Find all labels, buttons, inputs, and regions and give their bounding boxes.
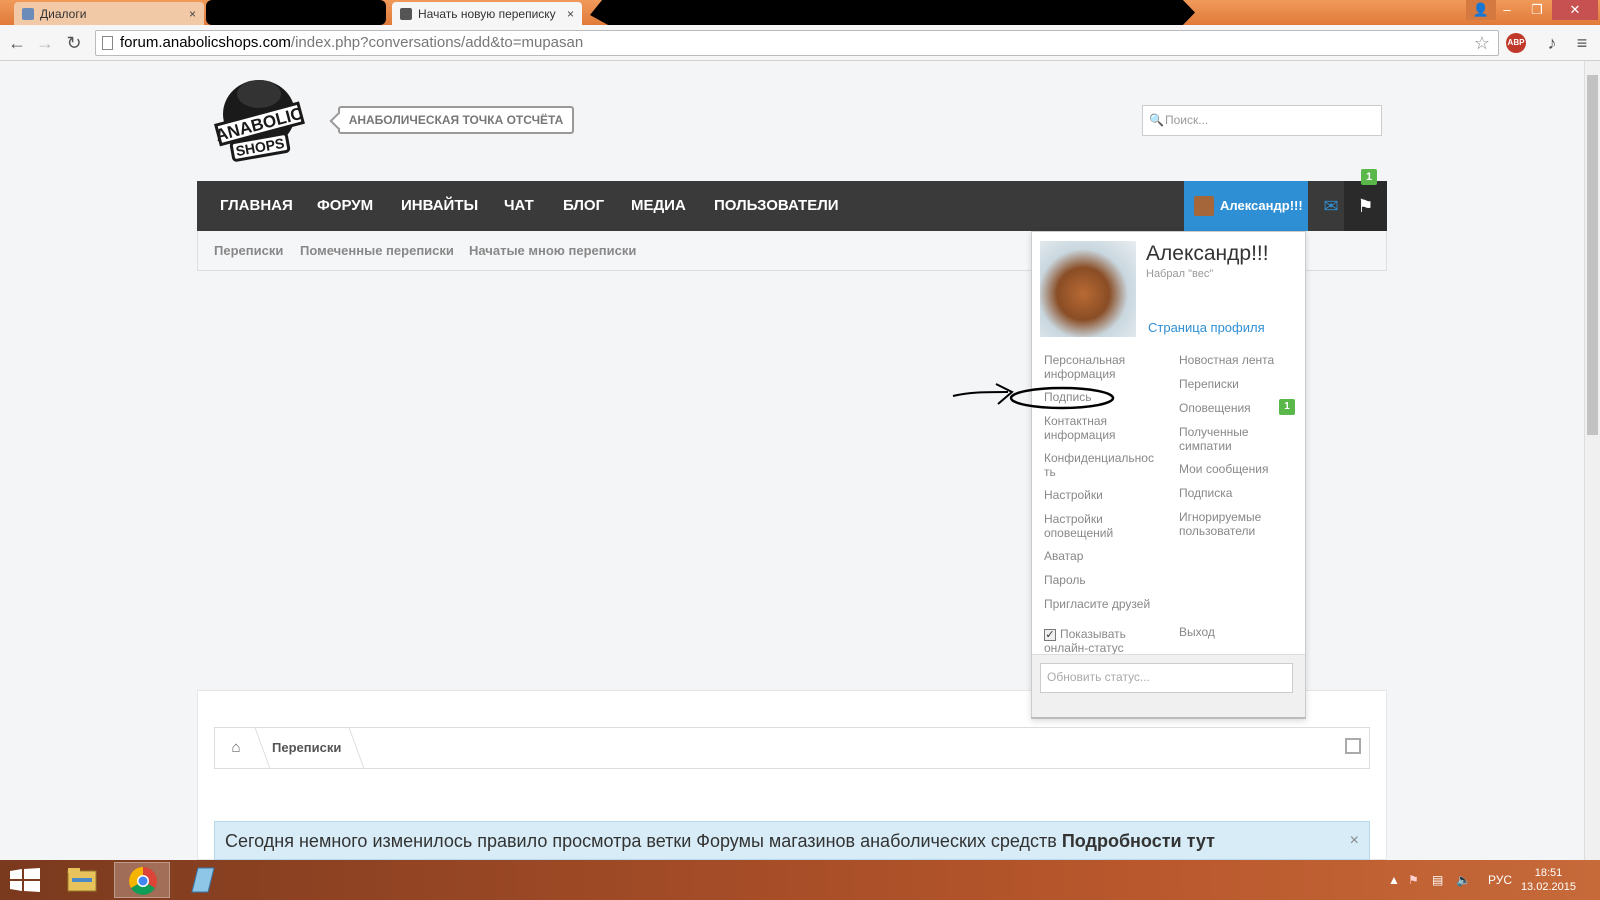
tab-favicon-icon (22, 7, 34, 20)
tab-close-icon[interactable]: × (189, 7, 196, 21)
search-placeholder: Поиск... (1165, 113, 1209, 127)
status-input[interactable]: Обновить статус... (1040, 663, 1293, 693)
address-bar[interactable]: forum.anabolicshops.com/index.php?conver… (95, 30, 1499, 56)
notice-bar: Сегодня немного изменилось правило просм… (214, 821, 1370, 860)
link-settings[interactable]: Настройки (1044, 488, 1103, 502)
link-my-posts[interactable]: Мои сообщения (1179, 462, 1268, 476)
clock-date: 13.02.2015 (1520, 881, 1576, 893)
restore-button[interactable]: ❐ (1522, 0, 1552, 20)
reload-icon[interactable]: ↻ (62, 31, 86, 55)
extension-icon[interactable]: ♪ (1540, 31, 1564, 55)
link-contact-info[interactable]: Контактная информация (1044, 414, 1144, 442)
envelope-icon[interactable]: ✉ (1314, 181, 1348, 231)
breadcrumb-item[interactable]: Переписки (272, 728, 341, 768)
breadcrumb-separator (337, 728, 365, 768)
nav-chat[interactable]: ЧАТ (504, 181, 534, 231)
user-dropdown: Александр!!! Набрал "вес" Страница профи… (1031, 231, 1306, 719)
user-menu-tab[interactable]: Александр!!! (1184, 181, 1308, 231)
tray-network-icon[interactable]: ▤ (1432, 860, 1443, 900)
status-placeholder: Обновить статус... (1047, 670, 1150, 684)
link-alerts[interactable]: Оповещения (1179, 401, 1251, 415)
browser-tab-bar: Диалоги × Начать новую переписку × 👤 – ❐… (0, 0, 1600, 25)
link-likes-received[interactable]: Полученные симпатии (1179, 425, 1269, 453)
tab-new-conversation[interactable]: Начать новую переписку × (392, 2, 582, 25)
tab-favicon-icon (400, 7, 412, 20)
dropdown-username[interactable]: Александр!!! (1146, 242, 1269, 266)
user-title: Набрал "вес" (1146, 268, 1214, 280)
copy-icon[interactable] (1345, 738, 1361, 754)
tray-flag-icon[interactable]: ⚑ (1408, 860, 1419, 900)
notepad-icon[interactable] (174, 862, 230, 898)
page-scrollbar[interactable] (1584, 61, 1600, 860)
back-icon[interactable]: ← (5, 31, 29, 55)
user-tab-label: Александр!!! (1220, 198, 1303, 213)
minimize-button[interactable]: – (1492, 0, 1522, 20)
tab-close-icon[interactable]: × (567, 7, 574, 21)
site-tagline: АНАБОЛИЧЕСКАЯ ТОЧКА ОТСЧЁТА (338, 106, 574, 134)
online-status-label: Показывать онлайн-статус (1044, 627, 1126, 655)
nav-home[interactable]: ГЛАВНАЯ (220, 181, 293, 231)
tab-label: Начать новую переписку (418, 6, 556, 21)
tray-chevron-icon[interactable]: ▲ (1388, 860, 1400, 900)
avatar[interactable] (1040, 241, 1136, 337)
nav-forum[interactable]: ФОРУМ (317, 181, 373, 231)
avatar (1194, 196, 1214, 216)
nav-media[interactable]: МЕДИА (631, 181, 686, 231)
menu-icon[interactable]: ≡ (1570, 31, 1594, 55)
link-conversations[interactable]: Переписки (1179, 377, 1239, 391)
forward-icon[interactable]: → (33, 31, 57, 55)
link-subscription[interactable]: Подписка (1179, 486, 1232, 500)
profile-link[interactable]: Страница профиля (1148, 320, 1265, 335)
notice-close-icon[interactable]: × (1350, 822, 1359, 860)
close-button[interactable]: ✕ (1552, 0, 1598, 20)
link-ignored-users[interactable]: Игнорируемые пользователи (1179, 510, 1299, 538)
nav-blog[interactable]: БЛОГ (563, 181, 604, 231)
link-alert-settings[interactable]: Настройки оповещений (1044, 512, 1144, 540)
dropdown-footer: Обновить статус... (1032, 654, 1305, 717)
tray-clock[interactable]: 18:51 13.02.2015 (1521, 866, 1576, 894)
file-explorer-icon[interactable] (54, 862, 110, 898)
adblock-icon[interactable]: ABP (1506, 33, 1526, 53)
url-host: forum.anabolicshops.com (120, 34, 291, 51)
breadcrumb: ⌂ Переписки (214, 727, 1370, 769)
notice-text: Сегодня немного изменилось правило просм… (225, 831, 1057, 851)
site-logo[interactable]: ANABOLIC SHOPS (212, 72, 307, 162)
taskbar: ▲ ⚑ ▤ 🔈 РУС 18:51 13.02.2015 (0, 860, 1600, 900)
link-privacy[interactable]: Конфиденциальность (1044, 451, 1158, 479)
search-input[interactable]: 🔍 Поиск... (1142, 105, 1382, 136)
redacted-tab (206, 0, 386, 25)
search-icon: 🔍 (1149, 113, 1164, 127)
link-news-feed[interactable]: Новостная лента (1179, 353, 1274, 367)
link-invite-friends[interactable]: Пригласите друзей (1044, 597, 1150, 611)
subnav-starred[interactable]: Помеченные переписки (300, 243, 454, 258)
scrollbar-thumb[interactable] (1587, 75, 1598, 435)
subnav-conversations[interactable]: Переписки (214, 243, 283, 258)
windows-start-icon[interactable] (10, 868, 40, 892)
browser-toolbar: ← → ↻ forum.anabolicshops.com/index.php?… (0, 25, 1600, 61)
bookmark-star-icon[interactable]: ☆ (1474, 31, 1490, 55)
flag-icon[interactable]: ⚑ (1344, 181, 1387, 231)
redacted-tabs (590, 0, 1195, 25)
url-path: /index.php?conversations/add&to=mupasan (290, 34, 584, 51)
main-nav: ГЛАВНАЯ ФОРУМ ИНВАЙТЫ ЧАТ БЛОГ МЕДИА ПОЛ… (197, 169, 1387, 231)
link-password[interactable]: Пароль (1044, 573, 1086, 587)
notice-link[interactable]: Подробности тут (1062, 831, 1215, 851)
alerts-badge: 1 (1361, 169, 1377, 185)
logout-link[interactable]: Выход (1179, 625, 1215, 639)
tray-language[interactable]: РУС (1488, 860, 1512, 900)
page-icon (102, 36, 113, 50)
tray-volume-icon[interactable]: 🔈 (1456, 860, 1471, 900)
nav-users[interactable]: ПОЛЬЗОВАТЕЛИ (714, 181, 839, 231)
tab-dialogs[interactable]: Диалоги × (14, 2, 204, 25)
alerts-count-badge: 1 (1279, 399, 1295, 415)
tab-label: Диалоги (40, 6, 87, 21)
annotation-arrow-circle (952, 383, 1115, 410)
link-personal-info[interactable]: Персональная информация (1044, 353, 1164, 381)
chrome-icon[interactable] (114, 862, 170, 898)
clock-time: 18:51 (1534, 867, 1563, 879)
subnav-started[interactable]: Начатые мною переписки (469, 243, 636, 258)
link-avatar[interactable]: Аватар (1044, 549, 1083, 563)
nav-invites[interactable]: ИНВАЙТЫ (401, 181, 478, 231)
